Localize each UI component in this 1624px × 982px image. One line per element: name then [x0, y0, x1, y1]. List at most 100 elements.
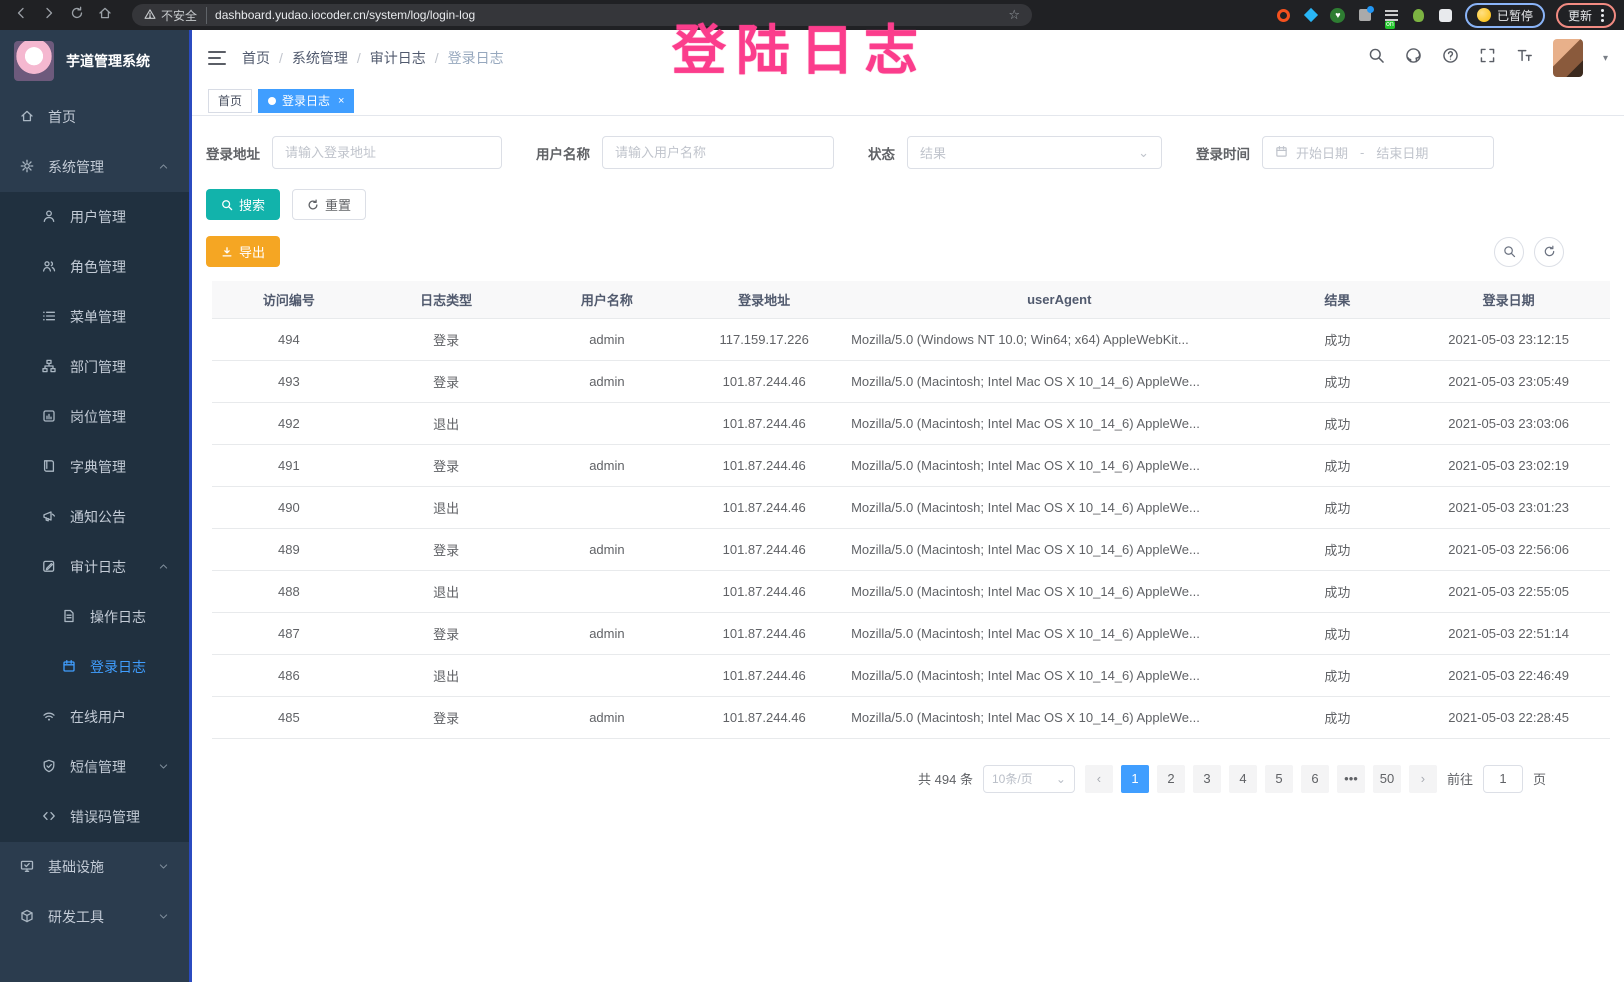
extension-icon-puzzle[interactable]: [1438, 7, 1454, 23]
table-row[interactable]: 492退出101.87.244.46Mozilla/5.0 (Macintosh…: [212, 402, 1610, 444]
sidebar-item-home[interactable]: 首页: [0, 92, 189, 142]
sidebar-item-dept-management[interactable]: 部门管理: [0, 342, 189, 392]
tab-login-log[interactable]: 登录日志 ×: [258, 89, 354, 113]
calendar-icon: [62, 659, 76, 676]
font-size-icon[interactable]: [1516, 47, 1533, 69]
table-row[interactable]: 490退出101.87.244.46Mozilla/5.0 (Macintosh…: [212, 486, 1610, 528]
breadcrumb-audit-log[interactable]: 审计日志: [370, 48, 426, 68]
table-row[interactable]: 489登录admin101.87.244.46Mozilla/5.0 (Maci…: [212, 528, 1610, 570]
page-size-select[interactable]: 10条/页 ⌄: [983, 765, 1075, 793]
fullscreen-icon[interactable]: [1479, 47, 1496, 69]
sidebar-item-notice-announcement[interactable]: 通知公告: [0, 492, 189, 542]
column-header-user: 用户名称: [527, 281, 688, 318]
search-icon[interactable]: [1368, 47, 1385, 69]
extension-icon-ring[interactable]: [1276, 7, 1292, 23]
security-label: 不安全: [161, 7, 197, 24]
sidebar-item-sms-management[interactable]: 短信管理: [0, 742, 189, 792]
login-log-table: 访问编号 日志类型 用户名称 登录地址 userAgent 结果 登录日期 49…: [192, 267, 1624, 739]
sidebar-item-audit-log[interactable]: 审计日志: [0, 542, 189, 592]
sidebar-item-operation-log[interactable]: 操作日志: [0, 592, 189, 642]
sidebar-item-system-management[interactable]: 系统管理: [0, 142, 189, 192]
page-button-50[interactable]: 50: [1373, 765, 1401, 793]
username-input[interactable]: [602, 136, 834, 169]
address-bar[interactable]: 不安全 dashboard.yudao.iocoder.cn/system/lo…: [132, 4, 1032, 26]
caret-down-icon[interactable]: ▾: [1603, 53, 1608, 64]
extension-icon-bug[interactable]: [1411, 7, 1427, 23]
breadcrumb: 首页 / 系统管理 / 审计日志 / 登录日志: [242, 48, 504, 68]
extension-icon-gem[interactable]: [1303, 7, 1319, 23]
chevron-down-icon: [158, 859, 169, 875]
sidebar-item-error-code-management[interactable]: 错误码管理: [0, 792, 189, 842]
paused-label: 已暂停: [1497, 7, 1533, 24]
table-toolbar: 导出: [192, 220, 1624, 267]
table-row[interactable]: 494登录admin117.159.17.226Mozilla/5.0 (Win…: [212, 318, 1610, 360]
status-select[interactable]: 结果 ⌄: [907, 136, 1162, 169]
next-page-button[interactable]: ›: [1409, 765, 1437, 793]
login-address-label: 登录地址: [206, 143, 260, 163]
pagination: 共 494 条 10条/页 ⌄ ‹ 1 2 3 4 5 6 ••• 50 ›: [192, 739, 1624, 793]
extension-icon-grid[interactable]: [1357, 7, 1373, 23]
hamburger-icon[interactable]: [208, 51, 226, 65]
home-icon[interactable]: [98, 6, 112, 25]
user-icon: [42, 209, 56, 226]
refresh-button[interactable]: [1534, 237, 1564, 267]
sidebar-item-infrastructure[interactable]: 基础设施: [0, 842, 189, 892]
reload-icon[interactable]: [70, 6, 84, 25]
sidebar-item-user-management[interactable]: 用户管理: [0, 192, 189, 242]
table-row[interactable]: 488退出101.87.244.46Mozilla/5.0 (Macintosh…: [212, 570, 1610, 612]
search-button[interactable]: 搜索: [206, 189, 280, 220]
sidebar-item-menu-management[interactable]: 菜单管理: [0, 292, 189, 342]
prev-page-button[interactable]: ‹: [1085, 765, 1113, 793]
sidebar-item-online-users[interactable]: 在线用户: [0, 692, 189, 742]
table-row[interactable]: 485登录admin101.87.244.46Mozilla/5.0 (Maci…: [212, 696, 1610, 738]
sidebar-item-dict-management[interactable]: 字典管理: [0, 442, 189, 492]
breadcrumb-system[interactable]: 系统管理: [292, 48, 348, 68]
sidebar-item-role-management[interactable]: 角色管理: [0, 242, 189, 292]
page-ellipsis[interactable]: •••: [1337, 765, 1365, 793]
bookmark-star-icon[interactable]: ☆: [1008, 7, 1020, 23]
page-button-4[interactable]: 4: [1229, 765, 1257, 793]
back-icon[interactable]: [14, 6, 28, 25]
date-range-picker[interactable]: 开始日期 - 结束日期: [1262, 136, 1494, 169]
date-start[interactable]: 开始日期: [1296, 143, 1348, 162]
reset-button[interactable]: 重置: [292, 189, 366, 220]
active-dot-icon: [268, 97, 276, 105]
goto-page-input[interactable]: [1483, 765, 1523, 793]
warning-icon: [144, 8, 156, 23]
login-address-input[interactable]: [272, 136, 502, 169]
table-row[interactable]: 493登录admin101.87.244.46Mozilla/5.0 (Maci…: [212, 360, 1610, 402]
sidebar-item-login-log[interactable]: 登录日志: [0, 642, 189, 692]
breadcrumb-home[interactable]: 首页: [242, 48, 270, 68]
close-icon[interactable]: ×: [338, 95, 344, 107]
forward-icon[interactable]: [42, 6, 56, 25]
page-button-2[interactable]: 2: [1157, 765, 1185, 793]
page-button-6[interactable]: 6: [1301, 765, 1329, 793]
extension-icon-list-on[interactable]: on: [1384, 7, 1400, 23]
page-button-5[interactable]: 5: [1265, 765, 1293, 793]
gear-icon: [20, 159, 34, 176]
toggle-search-button[interactable]: [1494, 237, 1524, 267]
app-header: 首页 / 系统管理 / 审计日志 / 登录日志 ▾: [192, 30, 1624, 86]
sidebar-item-dev-tools[interactable]: 研发工具: [0, 892, 189, 942]
table-row[interactable]: 487登录admin101.87.244.46Mozilla/5.0 (Maci…: [212, 612, 1610, 654]
export-button[interactable]: 导出: [206, 236, 280, 267]
tab-home[interactable]: 首页: [208, 89, 252, 113]
update-button[interactable]: 更新: [1556, 3, 1616, 28]
sidebar-item-post-management[interactable]: 岗位管理: [0, 392, 189, 442]
browser-menu-icon[interactable]: [1601, 9, 1604, 22]
date-end[interactable]: 结束日期: [1376, 143, 1428, 162]
app-title: 芋道管理系统: [66, 51, 150, 71]
table-row[interactable]: 486退出101.87.244.46Mozilla/5.0 (Macintosh…: [212, 654, 1610, 696]
header-actions: ▾: [1368, 39, 1608, 77]
browser-bar: 不安全 dashboard.yudao.iocoder.cn/system/lo…: [0, 0, 1624, 30]
security-chip[interactable]: 不安全: [144, 7, 207, 24]
paused-extension-pill[interactable]: 已暂停: [1465, 3, 1545, 28]
table-row[interactable]: 491登录admin101.87.244.46Mozilla/5.0 (Maci…: [212, 444, 1610, 486]
avatar[interactable]: [1553, 39, 1583, 77]
help-icon[interactable]: [1442, 47, 1459, 69]
page-button-3[interactable]: 3: [1193, 765, 1221, 793]
monitor-icon: [20, 859, 34, 876]
page-button-1[interactable]: 1: [1121, 765, 1149, 793]
extension-icon-heart[interactable]: ♥: [1330, 7, 1346, 23]
github-icon[interactable]: [1405, 47, 1422, 69]
